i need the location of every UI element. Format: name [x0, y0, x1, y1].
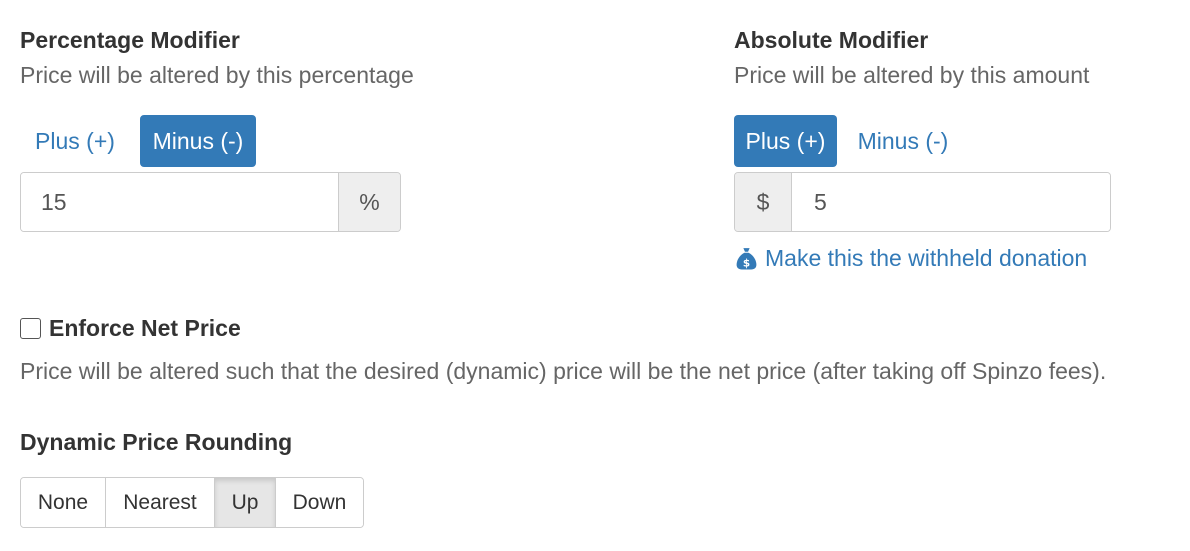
enforce-net-price-description: Price will be altered such that the desi…: [20, 358, 1107, 384]
withheld-donation-link[interactable]: $ Make this the withheld donation: [734, 245, 1087, 272]
money-bag-icon: $: [736, 248, 757, 270]
dollar-addon: $: [735, 173, 792, 231]
absolute-input-group: $ 5: [734, 172, 1111, 232]
absolute-modifier-heading: Absolute Modifier: [734, 27, 929, 53]
absolute-sign-toggle: Plus (+) Minus (-): [734, 115, 959, 167]
absolute-plus-button[interactable]: Plus (+): [734, 115, 837, 167]
percent-addon: %: [338, 173, 400, 231]
withheld-donation-label: Make this the withheld donation: [765, 245, 1088, 271]
percentage-modifier-heading: Percentage Modifier: [20, 27, 240, 53]
price-modifier-form: Percentage Modifier Price will be altere…: [0, 0, 1190, 551]
enforce-net-price-checkbox[interactable]: [20, 318, 41, 339]
svg-text:$: $: [743, 257, 750, 269]
rounding-nearest-button[interactable]: Nearest: [106, 478, 215, 527]
absolute-modifier-subtext: Price will be altered by this amount: [734, 62, 1090, 88]
percentage-sign-toggle: Plus (+) Minus (-): [20, 115, 256, 167]
absolute-minus-button[interactable]: Minus (-): [847, 115, 959, 167]
percentage-input-group: 15 %: [20, 172, 401, 232]
rounding-button-group: None Nearest Up Down: [20, 477, 364, 528]
absolute-input[interactable]: 5: [792, 173, 1110, 231]
rounding-down-button[interactable]: Down: [276, 478, 363, 527]
rounding-none-button[interactable]: None: [21, 478, 106, 527]
percentage-modifier-subtext: Price will be altered by this percentage: [20, 62, 414, 88]
percentage-plus-button[interactable]: Plus (+): [20, 115, 130, 167]
percentage-minus-button[interactable]: Minus (-): [140, 115, 256, 167]
rounding-up-button[interactable]: Up: [215, 478, 276, 527]
percentage-input[interactable]: 15: [21, 173, 338, 231]
rounding-heading: Dynamic Price Rounding: [20, 429, 293, 455]
enforce-net-price-label[interactable]: Enforce Net Price: [49, 315, 241, 342]
enforce-net-price-row: Enforce Net Price: [20, 315, 241, 342]
